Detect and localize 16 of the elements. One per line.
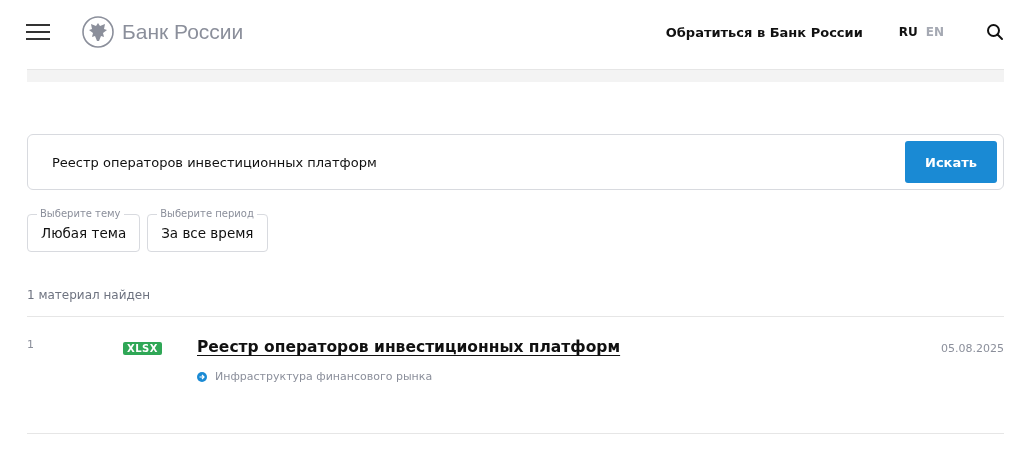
contact-link[interactable]: Обратиться в Банк России	[665, 24, 863, 40]
result-date: 05.08.2025	[941, 341, 1004, 355]
result-number: 1	[27, 338, 34, 351]
arrow-circle-icon	[197, 371, 207, 382]
result-title-link[interactable]: Реестр операторов инвестиционных платформ	[197, 338, 621, 356]
filter-dropdown[interactable]: Выберите тему Любая тема	[27, 208, 141, 252]
results-count: 1 материал найден	[27, 288, 151, 302]
menu-icon[interactable]	[26, 24, 50, 40]
search-button[interactable]: Искать	[905, 141, 997, 183]
language-option[interactable]: RU	[898, 25, 918, 39]
filter-dropdown[interactable]: Выберите период За все время	[147, 208, 268, 252]
search-icon[interactable]	[986, 23, 1004, 41]
filter-label: Выберите период	[157, 208, 257, 220]
format-badge: XLSX	[123, 342, 162, 355]
filter-label: Выберите тему	[37, 208, 124, 220]
search-field[interactable]: Реестр операторов инвестиционных платформ Искать	[27, 134, 1004, 190]
